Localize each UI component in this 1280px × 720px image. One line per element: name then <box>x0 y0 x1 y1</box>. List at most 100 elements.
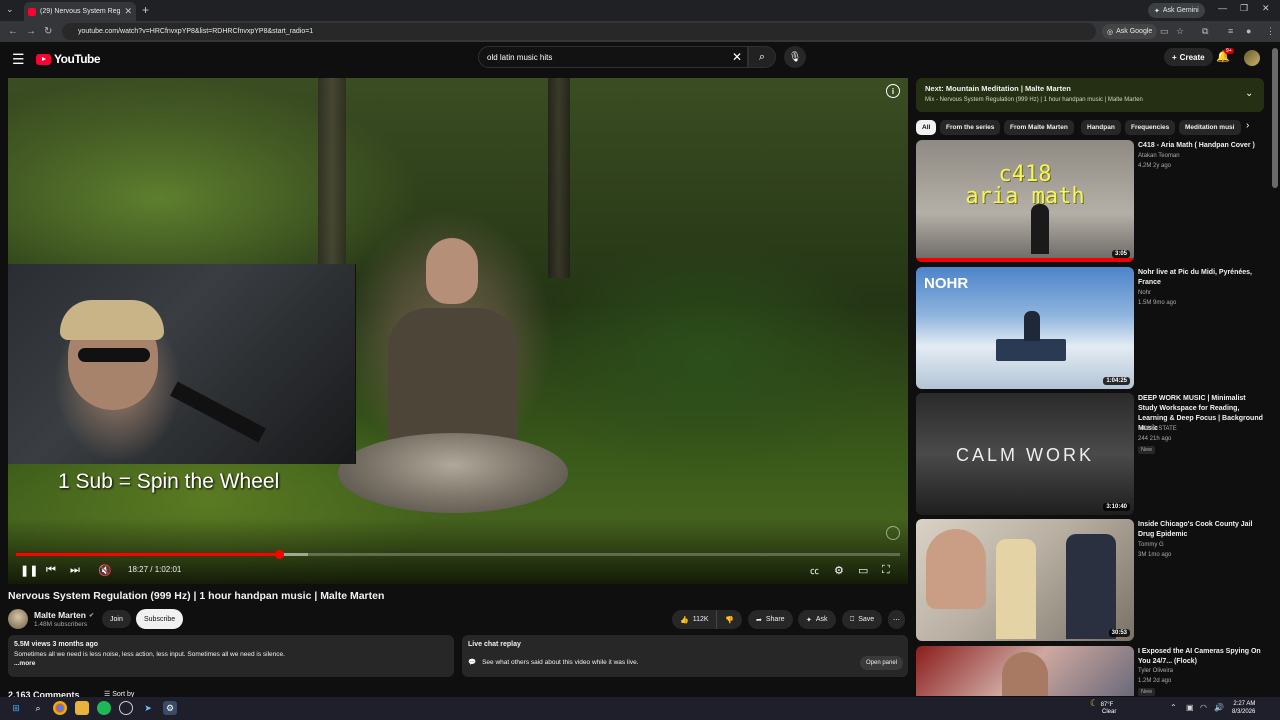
player-head <box>426 238 478 304</box>
related-video-title[interactable]: Nohr live at Pic du Midi, Pyrénées, Fran… <box>1138 268 1266 288</box>
thumbnail[interactable]: CALM WORK 3:10:40 <box>916 393 1134 515</box>
youtube-favicon-icon <box>28 7 36 16</box>
channel-avatar[interactable] <box>8 609 28 629</box>
subscribe-button[interactable]: Subscribe <box>136 609 184 629</box>
related-video-channel[interactable]: Nohr <box>1138 290 1151 296</box>
channel-name[interactable]: Malte Marten ✔ <box>34 610 94 620</box>
chevron-right-icon[interactable]: › <box>1246 120 1249 131</box>
channel-watermark-icon[interactable] <box>886 526 900 540</box>
tab-close-icon[interactable]: ✕ <box>124 6 132 17</box>
progress-bar[interactable] <box>16 550 900 559</box>
logo-text: YouTube <box>54 52 101 66</box>
chip-all[interactable]: All <box>916 120 937 135</box>
info-icon[interactable]: i <box>886 84 900 98</box>
like-button[interactable]: 👍 112K <box>672 610 717 629</box>
wifi-icon[interactable]: ◠ <box>1200 703 1207 712</box>
app-icon[interactable] <box>119 701 133 715</box>
settings-app-icon[interactable]: ⚙ <box>163 701 177 715</box>
thumbnail[interactable] <box>916 646 1134 696</box>
back-icon[interactable]: ← <box>8 26 18 37</box>
browser-menu-icon[interactable]: ⋮ <box>1266 26 1275 37</box>
volume-icon[interactable]: 🔊 <box>1214 703 1224 712</box>
search-input[interactable]: old latin music hits <box>478 46 748 68</box>
next-icon[interactable]: ⏭ <box>70 564 80 577</box>
cast-icon[interactable]: ▭ <box>1160 26 1169 37</box>
live-chat-text: See what others said about this video wh… <box>482 658 639 666</box>
chip-frequencies[interactable]: Frequencies <box>1125 120 1176 135</box>
progress-scrubber-handle[interactable] <box>274 550 284 559</box>
more-actions-button[interactable]: ⋯ <box>888 610 905 629</box>
new-tab-icon[interactable]: + <box>142 3 149 17</box>
chip-from-malte-marten[interactable]: From Malte Marten <box>1004 120 1074 135</box>
minimize-icon[interactable]: — <box>1218 3 1227 13</box>
share-button[interactable]: ➦ Share <box>748 610 793 629</box>
thumbnail-officer <box>1066 534 1116 639</box>
tab-search-icon[interactable]: ⌄ <box>6 4 14 15</box>
related-video-channel[interactable]: Tyler Oliveira <box>1138 668 1173 674</box>
reload-icon[interactable]: ↻ <box>44 26 52 37</box>
url-input[interactable]: youtube.com/watch?v=HRCfnvxpYP8&list=RDH… <box>62 23 1096 40</box>
media-control-icon[interactable]: ≡ <box>1228 26 1233 36</box>
search-icon[interactable]: ⌕ <box>31 701 45 715</box>
pause-icon[interactable]: ❚❚ <box>20 564 38 577</box>
related-video-title[interactable]: C418 - Aria Math ( Handpan Cover ) <box>1138 141 1266 151</box>
forward-icon[interactable]: → <box>26 26 36 37</box>
search-button[interactable]: ⌕ <box>748 46 776 68</box>
open-panel-button[interactable]: Open panel <box>860 656 904 670</box>
file-explorer-icon[interactable] <box>75 701 89 715</box>
maximize-icon[interactable]: ❐ <box>1240 3 1248 14</box>
related-video-title[interactable]: I Exposed the AI Cameras Spying On You 2… <box>1138 647 1266 667</box>
steam-icon[interactable]: ➤ <box>141 701 155 715</box>
captions-icon[interactable]: ㏄ <box>810 564 819 577</box>
theater-mode-icon[interactable]: ▭ <box>858 564 868 577</box>
account-avatar[interactable] <box>1244 50 1260 66</box>
fullscreen-icon[interactable]: ⛶ <box>882 564 890 577</box>
chip-from-the-series[interactable]: From the series <box>940 120 1001 135</box>
join-button[interactable]: Join <box>102 610 131 628</box>
save-button[interactable]: ⎕ Save <box>842 610 883 629</box>
video-player[interactable]: 1 Sub = Spin the Wheel i ❚❚ ⏮ ⏭ 🔇 18:27 … <box>8 78 908 584</box>
thumbnail[interactable]: c418 aria math 3:05 <box>916 140 1134 262</box>
weather-widget[interactable]: ☾ 87°F Clear <box>1090 699 1116 716</box>
voice-search-button[interactable]: 🎙 <box>784 46 806 68</box>
page-scrollbar[interactable] <box>1272 48 1278 188</box>
close-window-icon[interactable]: ✕ <box>1262 3 1270 14</box>
chip-handpan[interactable]: Handpan <box>1081 120 1121 135</box>
related-video-title[interactable]: Inside Chicago's Cook County Jail Drug E… <box>1138 520 1266 540</box>
bookmark-star-icon[interactable]: ☆ <box>1176 26 1184 37</box>
thumbnail[interactable]: 30:53 <box>916 519 1134 641</box>
extensions-icon[interactable]: ⧉ <box>1202 26 1208 37</box>
clear-search-icon[interactable]: ✕ <box>732 50 742 64</box>
tray-app-icon[interactable]: ▣ <box>1186 703 1194 712</box>
youtube-logo[interactable]: YouTube <box>36 52 101 66</box>
video-title: Nervous System Regulation (999 Hz) | 1 h… <box>8 590 385 602</box>
profile-icon[interactable]: ● <box>1246 26 1251 36</box>
create-button[interactable]: + Create <box>1164 48 1213 66</box>
description-more-link[interactable]: ...more <box>14 660 448 667</box>
description-text: Sometimes all we need is less noise, les… <box>14 651 285 658</box>
mute-icon[interactable]: 🔇 <box>98 564 112 577</box>
thumbnail[interactable]: NOHR 1:04:25 <box>916 267 1134 389</box>
menu-icon[interactable]: ☰ <box>12 51 25 68</box>
tray-chevron-icon[interactable]: ⌃ <box>1170 703 1177 712</box>
spotify-icon[interactable] <box>97 701 111 715</box>
related-video-channel[interactable]: Tommy G <box>1138 542 1164 548</box>
ask-button[interactable]: ✦ Ask <box>798 610 836 629</box>
settings-gear-icon[interactable]: ⚙ <box>834 564 844 577</box>
chevron-down-icon[interactable]: ⌄ <box>1245 88 1253 99</box>
browser-tab-active[interactable]: (29) Nervous System Regulation ✕ <box>24 2 136 21</box>
windows-start-icon[interactable]: ⊞ <box>9 701 23 715</box>
stream-overlay-text: 1 Sub = Spin the Wheel <box>58 470 280 493</box>
system-clock[interactable]: 2:27 AM 8/3/2026 <box>1232 700 1255 716</box>
chrome-icon[interactable] <box>53 701 67 715</box>
related-video-channel[interactable]: Atakan Teoman <box>1138 153 1180 159</box>
description-box[interactable]: 5.5M views 3 months ago Sometimes all we… <box>8 635 454 677</box>
watched-progress <box>916 258 1134 262</box>
related-video-channel[interactable]: MONO STATE <box>1138 426 1177 432</box>
duration-badge: 30:53 <box>1108 629 1130 637</box>
chip-meditation-music[interactable]: Meditation musi <box>1179 120 1241 135</box>
ask-google-button[interactable]: ◎ Ask Google <box>1102 24 1158 39</box>
dislike-button[interactable]: 👎 <box>716 610 742 629</box>
previous-icon[interactable]: ⏮ <box>46 564 56 577</box>
ask-gemini-button[interactable]: ✦ Ask Gemini <box>1148 3 1205 18</box>
